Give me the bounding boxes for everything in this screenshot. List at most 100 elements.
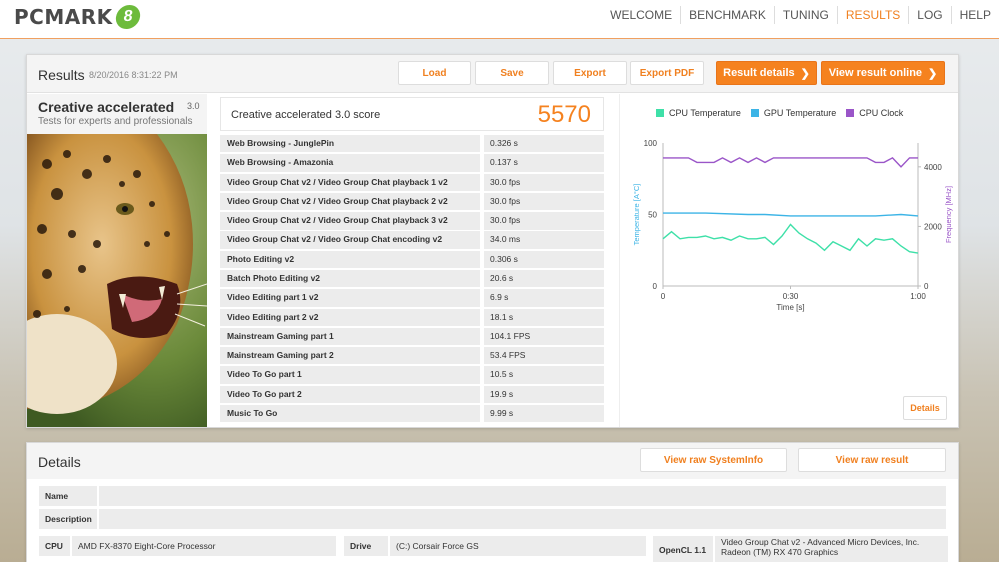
nav-tuning[interactable]: TUNING xyxy=(773,6,837,24)
monitoring-chart: CPU Temperature GPU Temperature CPU Cloc… xyxy=(619,94,957,427)
test-row: Web Browsing - JunglePin 0.326 s xyxy=(220,135,604,153)
description-row: Description xyxy=(39,509,946,529)
test-name: Video To Go part 2 xyxy=(220,385,480,404)
x-tick-label: 0 xyxy=(661,292,666,301)
description-field[interactable] xyxy=(99,509,946,529)
legend-label: CPU Clock xyxy=(859,108,904,118)
opencl-label: OpenCL 1.1 xyxy=(653,536,713,562)
opencl-spec: OpenCL 1.1 Video Group Chat v2 - Advance… xyxy=(653,536,948,562)
legend-swatch xyxy=(846,109,855,117)
benchmark-name: Creative accelerated xyxy=(38,99,175,115)
test-value: 6.9 s xyxy=(484,289,604,307)
result-details-label: Result details xyxy=(723,67,795,79)
legend-item-gpu-temperature: GPU Temperature xyxy=(750,108,837,118)
legend-item-cpu-clock: CPU Clock xyxy=(846,108,903,118)
test-name: Video Group Chat v2 / Video Group Chat p… xyxy=(220,173,480,191)
test-name: Batch Photo Editing v2 xyxy=(220,269,480,288)
legend-swatch xyxy=(750,109,759,117)
view-raw-systeminfo-button[interactable]: View raw SystemInfo xyxy=(640,448,787,472)
test-value: 30.0 fps xyxy=(484,192,604,211)
legend-label: CPU Temperature xyxy=(669,108,741,118)
chevron-right-icon: ❯ xyxy=(800,67,810,80)
benchmark-subtitle: Tests for experts and professionals xyxy=(38,116,193,127)
name-field[interactable] xyxy=(99,486,946,506)
cpu-value: AMD FX-8370 Eight-Core Processor xyxy=(72,536,336,556)
test-value: 10.5 s xyxy=(484,366,604,384)
test-name: Video Editing part 2 v2 xyxy=(220,308,480,326)
test-row: Video Editing part 2 v2 18.1 s xyxy=(220,308,604,326)
score-label: Creative accelerated 3.0 score xyxy=(231,109,381,121)
test-name: Mainstream Gaming part 1 xyxy=(220,327,480,346)
view-result-online-button[interactable]: View result online ❯ xyxy=(821,61,945,85)
test-value: 20.6 s xyxy=(484,269,604,288)
test-name: Video To Go part 1 xyxy=(220,366,480,384)
result-details-button[interactable]: Result details ❯ xyxy=(716,61,817,85)
pcmark-logo: PCMARK 8 xyxy=(14,4,142,30)
test-row: Video Group Chat v2 / Video Group Chat p… xyxy=(220,173,604,191)
test-row: Mainstream Gaming part 1 104.1 FPS xyxy=(220,327,604,346)
logo-text: PCMARK xyxy=(14,5,113,29)
test-row: Video To Go part 1 10.5 s xyxy=(220,366,604,384)
test-name: Video Group Chat v2 / Video Group Chat e… xyxy=(220,231,480,249)
export-button[interactable]: Export xyxy=(553,61,627,85)
test-row: Batch Photo Editing v2 20.6 s xyxy=(220,269,604,288)
results-date: 8/20/2016 8:31:22 PM xyxy=(89,70,178,80)
view-raw-result-button[interactable]: View raw result xyxy=(798,448,946,472)
nav-welcome[interactable]: WELCOME xyxy=(602,6,680,24)
chart-legend: CPU Temperature GPU Temperature CPU Cloc… xyxy=(656,108,903,118)
nav-log[interactable]: LOG xyxy=(908,6,950,24)
view-result-online-label: View result online xyxy=(828,67,923,79)
details-header: Details View raw SystemInfo View raw res… xyxy=(27,443,958,479)
series-line-cpu-clock xyxy=(663,157,918,168)
test-row: Video Group Chat v2 / Video Group Chat e… xyxy=(220,231,604,249)
details-panel: Details View raw SystemInfo View raw res… xyxy=(26,442,959,562)
y-left-tick-label: 100 xyxy=(644,139,658,148)
test-row: Mainstream Gaming part 2 53.4 FPS xyxy=(220,347,604,365)
test-value: 0.326 s xyxy=(484,135,604,153)
test-value: 18.1 s xyxy=(484,308,604,326)
test-name: Mainstream Gaming part 2 xyxy=(220,347,480,365)
test-value: 0.137 s xyxy=(484,154,604,172)
test-value: 30.0 fps xyxy=(484,212,604,230)
score-box: Creative accelerated 3.0 score 5570 xyxy=(220,97,604,131)
leopard-image xyxy=(27,134,207,427)
y-right-tick-label: 2000 xyxy=(924,222,942,231)
legend-swatch xyxy=(656,109,664,117)
legend-label: GPU Temperature xyxy=(763,108,837,118)
top-bar: PCMARK 8 WELCOME BENCHMARK TUNING RESULTS LO… xyxy=(0,0,999,39)
details-title: Details xyxy=(38,454,81,470)
nav-benchmark[interactable]: BENCHMARK xyxy=(680,6,774,24)
opencl-value: Video Group Chat v2 - Advanced Micro Dev… xyxy=(715,536,948,562)
x-tick-label: 1:00 xyxy=(910,292,926,301)
description-label: Description xyxy=(39,509,97,529)
test-name: Video Group Chat v2 / Video Group Chat p… xyxy=(220,212,480,230)
opencl-line-1: Video Group Chat v2 - Advanced Micro Dev… xyxy=(721,537,920,547)
test-name: Video Editing part 1 v2 xyxy=(220,289,480,307)
name-label: Name xyxy=(39,486,97,506)
load-button[interactable]: Load xyxy=(398,61,471,85)
details-button[interactable]: Details xyxy=(903,396,947,420)
test-row: Video Group Chat v2 / Video Group Chat p… xyxy=(220,212,604,230)
results-title: Results xyxy=(38,67,85,83)
test-row: Video Group Chat v2 / Video Group Chat p… xyxy=(220,192,604,211)
test-row: Video Editing part 1 v2 6.9 s xyxy=(220,289,604,307)
test-name: Music To Go xyxy=(220,404,480,423)
main-nav: WELCOME BENCHMARK TUNING RESULTS LOG HELP xyxy=(602,0,999,30)
test-value: 0.306 s xyxy=(484,250,604,269)
y-left-tick-label: 0 xyxy=(653,282,658,291)
nav-help[interactable]: HELP xyxy=(950,6,999,24)
x-tick-label: 0:30 xyxy=(783,292,799,301)
test-value: 53.4 FPS xyxy=(484,347,604,365)
export-pdf-button[interactable]: Export PDF xyxy=(630,61,704,85)
series-line-gpu-temperature xyxy=(663,212,919,217)
test-value: 34.0 ms xyxy=(484,231,604,249)
save-button[interactable]: Save xyxy=(475,61,549,85)
test-row: Video To Go part 2 19.9 s xyxy=(220,385,604,404)
test-value: 9.99 s xyxy=(484,404,604,423)
drive-label: Drive xyxy=(344,536,388,556)
x-axis-label: Time [s] xyxy=(776,303,804,312)
nav-results[interactable]: RESULTS xyxy=(836,6,908,24)
y-right-tick-label: 0 xyxy=(924,282,929,291)
drive-value: (C:) Corsair Force GS xyxy=(390,536,646,556)
y-right-axis-label: Frequency [MHz] xyxy=(944,186,953,243)
